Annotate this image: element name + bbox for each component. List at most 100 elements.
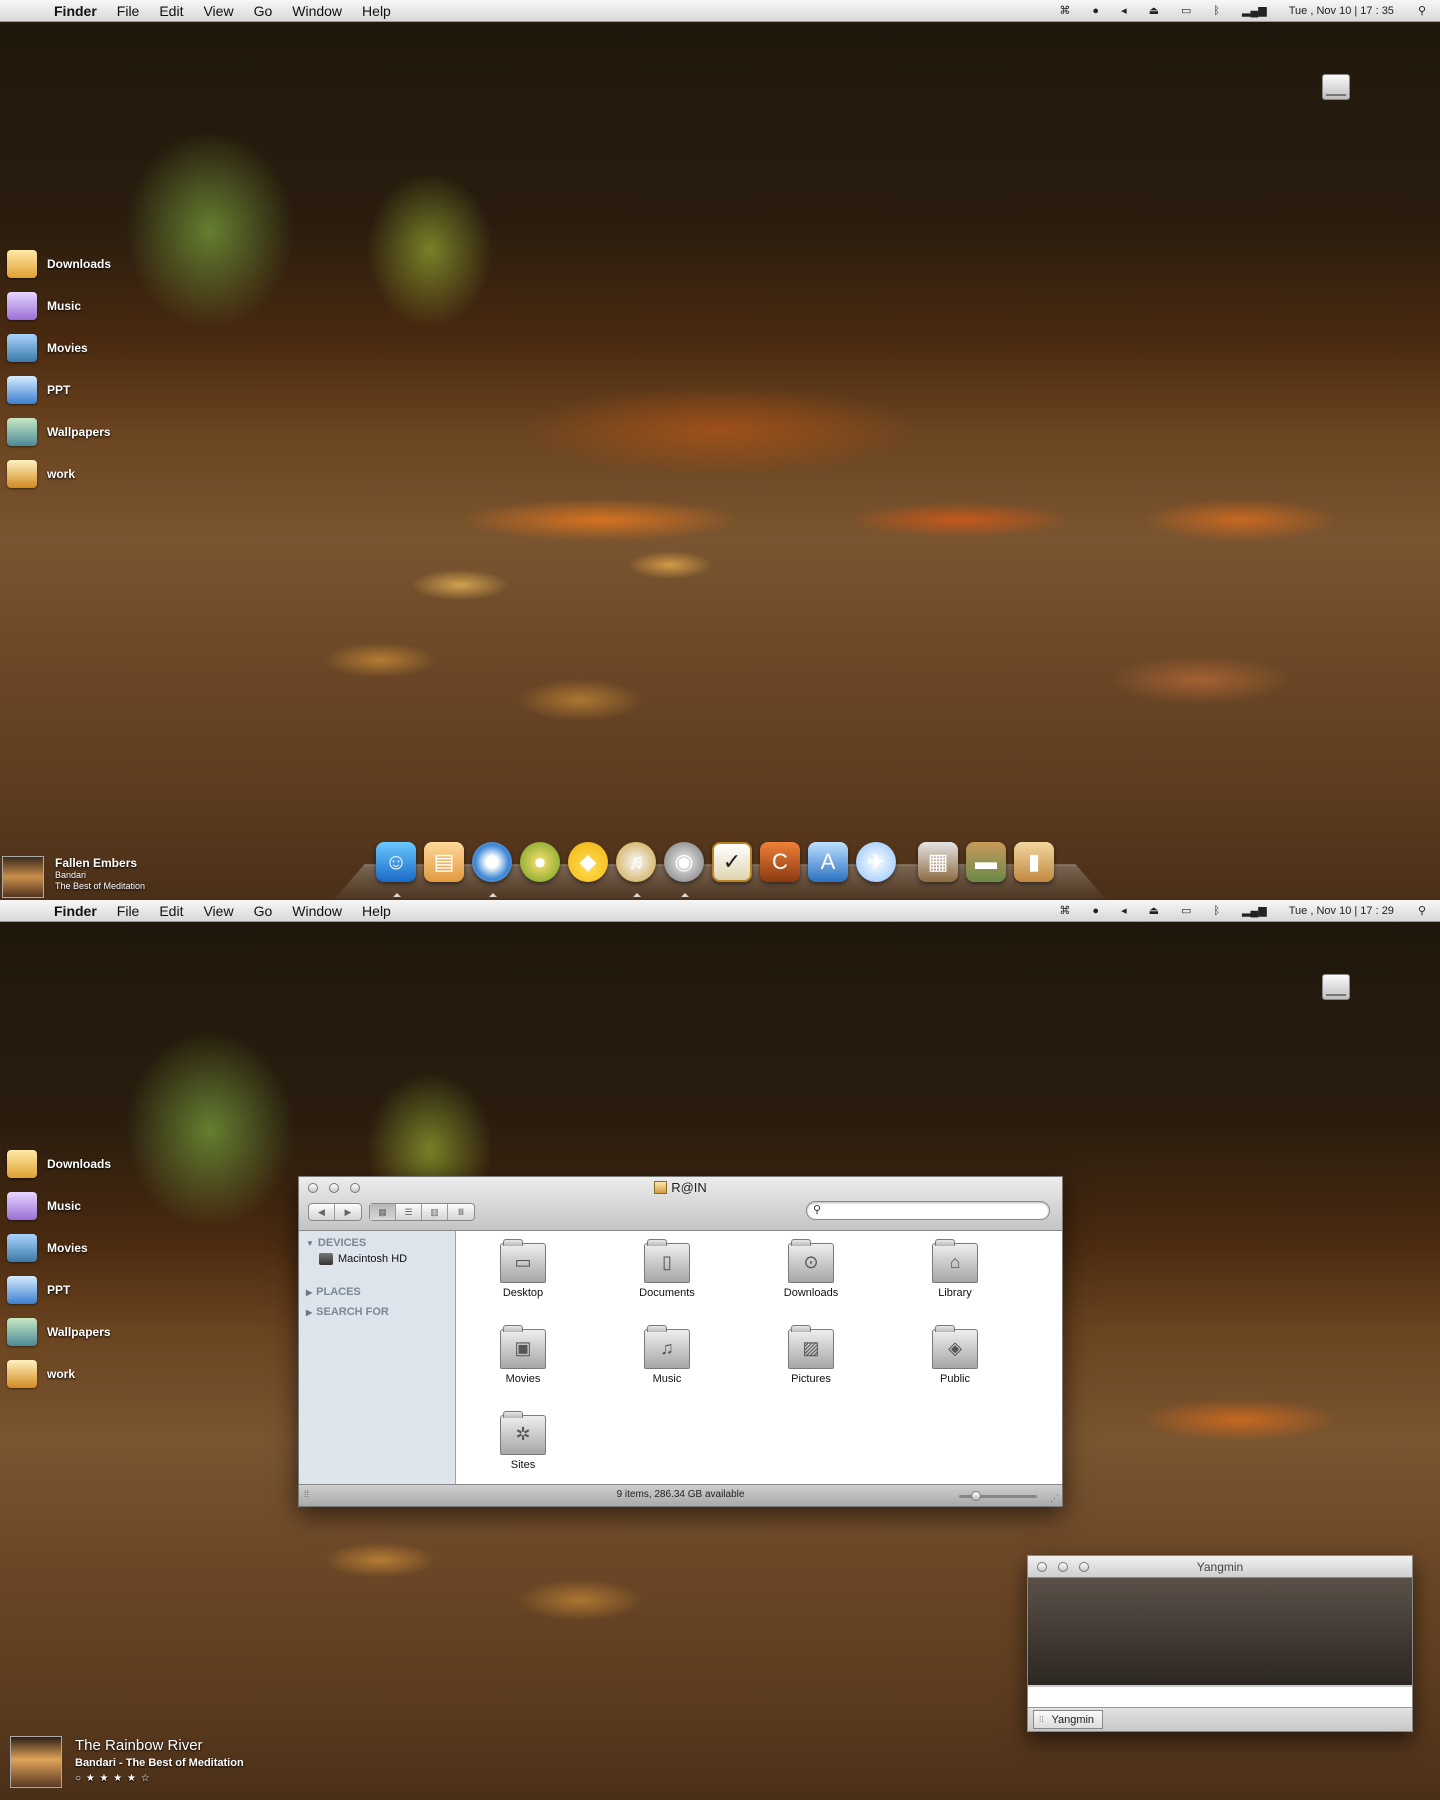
menu-window[interactable]: Window xyxy=(292,3,342,19)
menu-edit[interactable]: Edit xyxy=(159,3,183,19)
icon-size-slider-knob[interactable] xyxy=(971,1491,981,1501)
menu-go[interactable]: Go xyxy=(254,3,273,19)
desktop-item-label: work xyxy=(47,467,76,481)
desktop-item-music[interactable]: Music xyxy=(7,292,111,320)
desktop-item-movies[interactable]: Movies xyxy=(7,334,111,362)
documents-stack-icon[interactable]: ▬ xyxy=(966,842,1006,882)
cyberduck-icon[interactable]: ◆ xyxy=(568,842,608,882)
sidebar-section-devices[interactable]: ▼ DEVICES xyxy=(306,1237,366,1249)
menu-file[interactable]: File xyxy=(117,3,140,19)
disclosure-closed-icon[interactable]: ▶ xyxy=(306,1288,312,1297)
hard-drive-icon[interactable] xyxy=(1322,974,1350,1000)
bluetooth-icon[interactable]: ᛒ xyxy=(1213,5,1220,17)
applications-stack-icon[interactable]: ▦ xyxy=(918,842,958,882)
back-button[interactable]: ◀ xyxy=(309,1204,335,1220)
public-folder-icon: ◈ xyxy=(932,1325,978,1369)
menu-edit[interactable]: Edit xyxy=(159,903,183,919)
folder-label: Downloads xyxy=(783,1287,839,1299)
battery-icon[interactable]: ▭ xyxy=(1181,904,1191,917)
sidebar-section-places[interactable]: ▶ PLACES xyxy=(306,1286,361,1298)
wifi-icon[interactable]: ▂▄▆ xyxy=(1242,4,1267,17)
bluetooth-icon[interactable]: ᛒ xyxy=(1213,905,1220,917)
sidebar-item-macintosh-hd[interactable]: Macintosh HD xyxy=(319,1253,407,1265)
desktop-item-ppt[interactable]: PPT xyxy=(7,1276,111,1304)
album-art[interactable] xyxy=(2,856,44,898)
folder-label: Desktop xyxy=(502,1287,544,1299)
folder-desktop[interactable]: ▭ Desktop xyxy=(468,1239,578,1299)
safari-icon[interactable]: ✦ xyxy=(472,842,512,882)
sites-folder-icon: ✲ xyxy=(500,1411,546,1455)
desktop-item-wallpapers[interactable]: Wallpapers xyxy=(7,418,111,446)
chat-icon[interactable]: ● xyxy=(1092,905,1099,917)
desktop-item-downloads[interactable]: Downloads xyxy=(7,1150,111,1178)
desktop-item-label: Music xyxy=(47,1199,82,1213)
eject-icon[interactable]: ⏏ xyxy=(1149,4,1159,17)
folder-pictures[interactable]: ▨ Pictures xyxy=(756,1325,866,1385)
tasks-icon[interactable]: ✓ xyxy=(712,842,752,882)
sidebar-section-search-for[interactable]: ▶ SEARCH FOR xyxy=(306,1306,389,1318)
menu-window[interactable]: Window xyxy=(292,903,342,919)
disclosure-closed-icon[interactable]: ▶ xyxy=(306,1308,312,1317)
folder-public[interactable]: ◈ Public xyxy=(900,1325,1010,1385)
menu-clock[interactable]: Tue , Nov 10 | 17 : 29 xyxy=(1289,905,1394,917)
menu-clock[interactable]: Tue , Nov 10 | 17 : 35 xyxy=(1289,5,1394,17)
desktop-item-label: PPT xyxy=(47,1283,71,1297)
volume-icon[interactable]: ◂ xyxy=(1121,4,1127,17)
downloads-folder-icon: ⊙ xyxy=(788,1239,834,1283)
hard-drive-icon[interactable] xyxy=(1322,74,1350,100)
tab-yangmin[interactable]: ⁞⁞ Yangmin xyxy=(1033,1710,1103,1729)
coda-icon[interactable]: C xyxy=(760,842,800,882)
mail-icon[interactable]: ✈ xyxy=(856,842,896,882)
search-icon[interactable]: ⚲ xyxy=(1418,904,1426,917)
menu-finder[interactable]: Finder xyxy=(54,3,97,19)
downloads-stack-icon[interactable]: ▮ xyxy=(1014,842,1054,882)
folder-movies[interactable]: ▣ Movies xyxy=(468,1325,578,1385)
icon-view-button[interactable]: ▦ xyxy=(370,1204,396,1220)
folder-downloads[interactable]: ⊙ Downloads xyxy=(756,1239,866,1299)
itunes-icon[interactable]: ♫ xyxy=(616,842,656,882)
window-resize-grip-icon[interactable]: ⋰ xyxy=(1050,1493,1059,1504)
xcode-icon[interactable]: A xyxy=(808,842,848,882)
finder-icon[interactable]: ☺ xyxy=(376,842,416,882)
chat-transcript[interactable] xyxy=(1028,1578,1412,1685)
desktop-item-work[interactable]: work xyxy=(7,1360,111,1388)
desktop-item-movies[interactable]: Movies xyxy=(7,1234,111,1262)
menu-view[interactable]: View xyxy=(203,903,233,919)
iphoto-icon[interactable]: ◉ xyxy=(664,842,704,882)
column-view-button[interactable]: ▥ xyxy=(422,1204,448,1220)
menu-view[interactable]: View xyxy=(203,3,233,19)
list-view-button[interactable]: ☰ xyxy=(396,1204,422,1220)
menu-file[interactable]: File xyxy=(117,903,140,919)
desktop-item-ppt[interactable]: PPT xyxy=(7,376,111,404)
coverflow-view-button[interactable]: Ⅲ xyxy=(448,1204,474,1220)
menu-help[interactable]: Help xyxy=(362,903,391,919)
folder-documents[interactable]: ▯ Documents xyxy=(612,1239,722,1299)
menu-go[interactable]: Go xyxy=(254,903,273,919)
desktop-item-work[interactable]: work xyxy=(7,460,111,488)
app-icon[interactable]: ⌘ xyxy=(1059,4,1070,17)
wifi-icon[interactable]: ▂▄▆ xyxy=(1242,904,1267,917)
desktop-item-wallpapers[interactable]: Wallpapers xyxy=(7,1318,111,1346)
volume-icon[interactable]: ◂ xyxy=(1121,904,1127,917)
forward-button[interactable]: ▶ xyxy=(335,1204,361,1220)
album-art[interactable] xyxy=(10,1736,62,1788)
disclosure-open-icon[interactable]: ▼ xyxy=(306,1239,314,1248)
preview-icon[interactable]: ▤ xyxy=(424,842,464,882)
eject-icon[interactable]: ⏏ xyxy=(1149,904,1159,917)
chat-icon[interactable]: ● xyxy=(1092,5,1099,17)
message-input[interactable] xyxy=(1028,1685,1412,1707)
menu-finder[interactable]: Finder xyxy=(54,903,97,919)
desktop-item-music[interactable]: Music xyxy=(7,1192,111,1220)
menu-help[interactable]: Help xyxy=(362,3,391,19)
folder-sites[interactable]: ✲ Sites xyxy=(468,1411,578,1471)
desktop-item-downloads[interactable]: Downloads xyxy=(7,250,111,278)
search-input[interactable] xyxy=(827,1203,1039,1218)
firefox-icon[interactable]: ● xyxy=(520,842,560,882)
folder-library[interactable]: ⌂ Library xyxy=(900,1239,1010,1299)
wallpapers-folder-icon xyxy=(7,1318,37,1346)
app-icon[interactable]: ⌘ xyxy=(1059,904,1070,917)
track-rating[interactable]: ○ ★ ★ ★ ★ ☆ xyxy=(75,1771,244,1787)
battery-icon[interactable]: ▭ xyxy=(1181,4,1191,17)
folder-music[interactable]: ♫ Music xyxy=(612,1325,722,1385)
search-icon[interactable]: ⚲ xyxy=(1418,4,1426,17)
